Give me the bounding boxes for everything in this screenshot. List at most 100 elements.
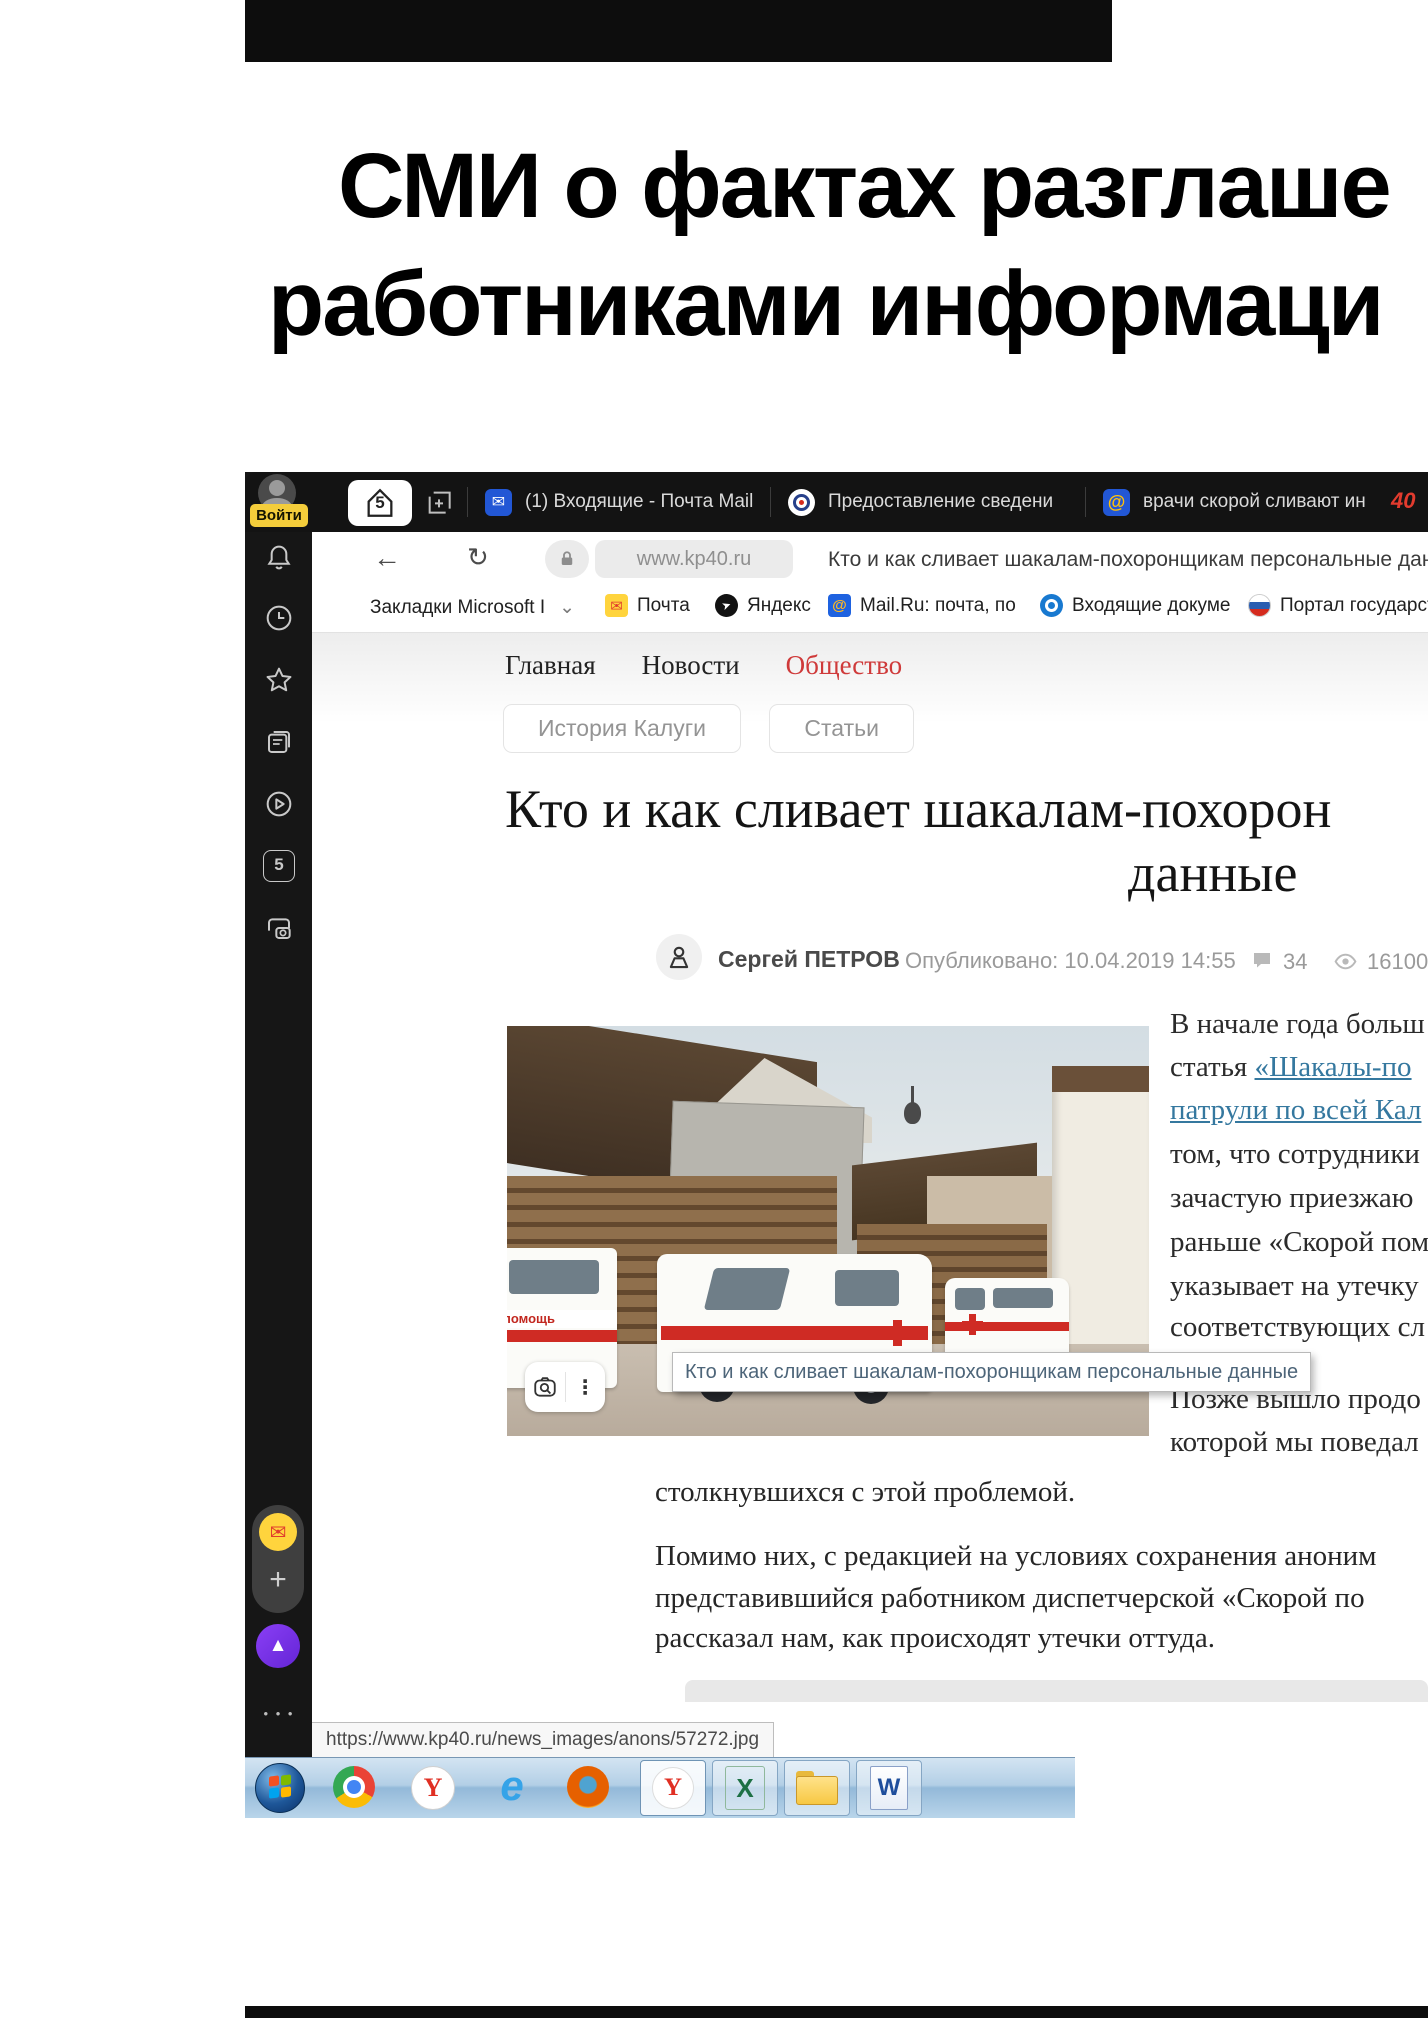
mailru-envelope-icon: ✉: [485, 489, 512, 516]
taskbar-yandex-active[interactable]: Y: [640, 1760, 706, 1816]
bookmark-gosportal[interactable]: Портал государст: [1248, 594, 1428, 617]
article-paragraph: рассказал нам, как происходят утечки отт…: [655, 1622, 1215, 1655]
text-fragment: статья: [1170, 1051, 1255, 1083]
news-feed-button[interactable]: [263, 726, 295, 758]
bookmark-folder-label: Закладки Microsoft I: [370, 597, 545, 619]
site-nav: Главная Новости Общество: [505, 650, 902, 681]
tab-label: врачи скорой сливают ин: [1143, 491, 1366, 513]
tab-mail[interactable]: ✉ (1) Входящие - Почта Mail: [485, 472, 765, 532]
nav-home[interactable]: Главная: [505, 650, 596, 680]
tag-row: История Калуги Статьи: [503, 704, 938, 753]
article-text-line: указывает на утечку: [1170, 1270, 1419, 1303]
tag-history-kaluga[interactable]: История Калуги: [503, 704, 741, 753]
firefox-icon[interactable]: [567, 1766, 609, 1808]
bookmark-inbox[interactable]: Входящие докуме: [1040, 594, 1230, 617]
article-text-line: соответствующих сл: [1170, 1311, 1425, 1344]
bookmark-label: Портал государст: [1280, 595, 1428, 617]
sidebar-panel-count: 5: [274, 855, 283, 874]
slide: СМИ о фактах разглаше работниками информ…: [0, 0, 1428, 2018]
sidebar-more-button[interactable]: • • •: [255, 1706, 303, 1721]
bookmark-pochta[interactable]: ✉ Почта: [605, 594, 690, 617]
taskbar-word[interactable]: W: [856, 1760, 922, 1816]
photo-dome: [904, 1102, 921, 1124]
folder-icon: [796, 1771, 838, 1805]
windows-flag-icon: [269, 1775, 279, 1786]
alice-icon: ▲: [269, 1635, 288, 1657]
ambulance-label: помощь: [507, 1310, 617, 1328]
article-paragraph: столкнувшихся с этой проблемой.: [655, 1476, 1075, 1509]
yandex-browser-icon[interactable]: Y: [411, 1766, 455, 1810]
login-button[interactable]: Войти: [250, 504, 308, 527]
yandex-mail-widget[interactable]: ✉: [259, 1513, 297, 1551]
article-link[interactable]: патрули по всей Кал: [1170, 1094, 1421, 1126]
article-text-line: раньше «Скорой пом: [1170, 1226, 1428, 1259]
slide-title-line2: работниками информаци: [268, 258, 1382, 350]
lock-icon: [558, 550, 576, 568]
article-title-line1: Кто и как сливает шакалам-похорон: [505, 782, 1331, 836]
home-tab[interactable]: 5: [348, 480, 412, 526]
bottom-crop-bar: [245, 2006, 1428, 2018]
bookmark-mailru[interactable]: @ Mail.Ru: почта, по: [828, 594, 1016, 617]
tag-articles[interactable]: Статьи: [769, 704, 914, 753]
next-block-edge: [685, 1680, 1428, 1702]
notifications-button[interactable]: [263, 542, 295, 574]
tab-kp40-partial[interactable]: 40: [1391, 488, 1415, 514]
video-button[interactable]: [263, 788, 295, 820]
screenshot-camera-icon: [263, 912, 295, 944]
e-glyph: e: [500, 1762, 523, 1809]
word-icon: W: [870, 1766, 908, 1810]
nav-news[interactable]: Новости: [642, 650, 740, 680]
internet-explorer-icon[interactable]: e: [489, 1764, 535, 1810]
chrome-icon[interactable]: [333, 1766, 375, 1808]
star-icon: [263, 664, 295, 696]
alice-button[interactable]: ▲: [256, 1624, 300, 1668]
taskbar-explorer[interactable]: [784, 1760, 850, 1816]
article-text-line: том, что сотрудники: [1170, 1138, 1420, 1171]
back-button[interactable]: ←: [373, 542, 401, 574]
address-domain[interactable]: www.kp40.ru: [595, 540, 793, 578]
author-person-icon: [664, 942, 694, 972]
bookmark-label: Входящие докуме: [1072, 595, 1230, 617]
image-menu-button[interactable]: ⋮: [566, 1375, 606, 1400]
bookmarks-button[interactable]: [263, 664, 295, 696]
article-text-line: В начале года больш: [1170, 1008, 1425, 1041]
article-right-column: В начале года больш статья «Шакалы-по па…: [1170, 1008, 1428, 1478]
taskbar-excel[interactable]: X: [712, 1760, 778, 1816]
nav-society[interactable]: Общество: [786, 650, 903, 680]
envelope-icon: ✉: [270, 1520, 287, 1545]
reload-button[interactable]: ↻: [467, 542, 489, 573]
lock-badge[interactable]: [545, 540, 589, 578]
bell-icon: [263, 542, 295, 574]
at-icon: @: [1103, 489, 1130, 516]
bookmark-folder[interactable]: Закладки Microsoft I ⌄: [370, 596, 575, 619]
author-avatar: [656, 934, 702, 980]
bookmark-yandex[interactable]: ➤ Яндекс: [715, 594, 811, 617]
screenshot-button[interactable]: [263, 912, 295, 944]
views-count: 16100: [1367, 949, 1428, 975]
play-circle-icon: [263, 788, 295, 820]
panel-count-button[interactable]: 5: [263, 850, 295, 882]
image-search-button[interactable]: [525, 1374, 565, 1400]
new-tab-icon: [423, 486, 455, 518]
article-link[interactable]: «Шакалы-по: [1255, 1051, 1412, 1083]
new-tab-button[interactable]: [423, 486, 455, 518]
status-url: https://www.kp40.ru/news_images/anons/57…: [312, 1722, 774, 1758]
sidebar-widget-group: ✉ +: [252, 1505, 304, 1613]
tab-gov[interactable]: Предоставление сведени: [788, 472, 1083, 532]
tab-label: (1) Входящие - Почта Mail: [525, 491, 753, 513]
chevron-down-icon: ⌄: [559, 596, 575, 619]
tab-divider: [1085, 487, 1086, 517]
article-text-line: зачастую приезжаю: [1170, 1182, 1413, 1215]
history-button[interactable]: [263, 602, 295, 634]
comments-icon: [1250, 948, 1274, 972]
article-text-line: статья «Шакалы-по: [1170, 1051, 1412, 1084]
start-button[interactable]: [255, 1763, 305, 1813]
gov-emblem-icon: [788, 489, 815, 516]
tab-doctors[interactable]: @ врачи скорой сливают ин: [1103, 472, 1383, 532]
slide-title-line1: СМИ о фактах разглаше: [338, 140, 1390, 232]
tab-label: Предоставление сведени: [828, 491, 1053, 513]
author-name[interactable]: Сергей ПЕТРОВ: [718, 946, 900, 973]
add-widget-button[interactable]: +: [252, 1563, 304, 1597]
comments-count[interactable]: 34: [1283, 949, 1307, 975]
yandex-mail-icon: ✉: [605, 594, 628, 617]
